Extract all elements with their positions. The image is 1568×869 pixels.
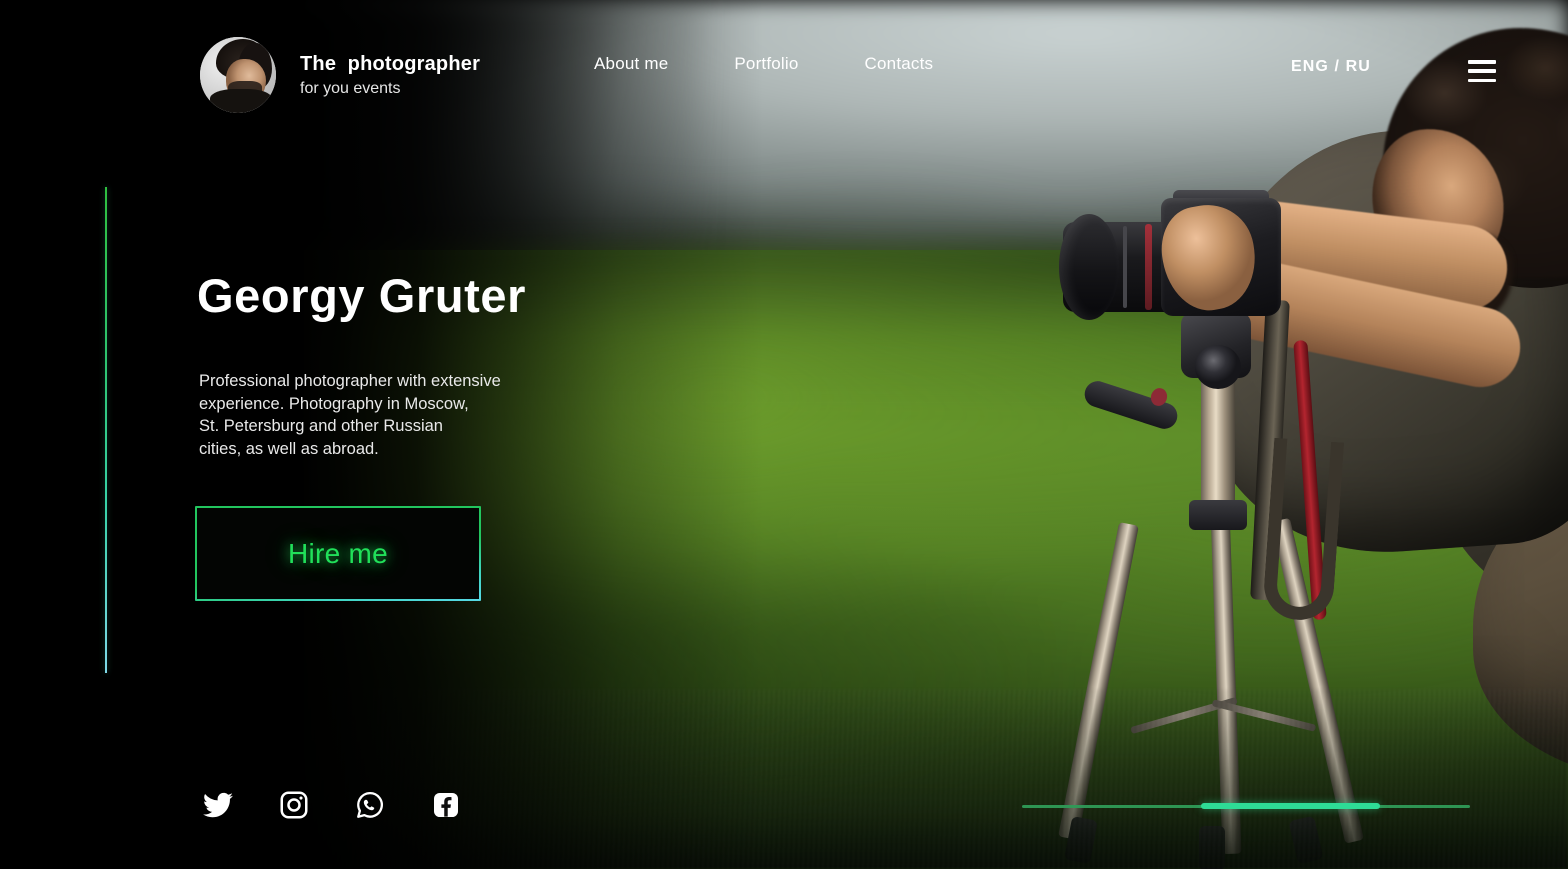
page-title: Georgy Gruter <box>197 269 527 322</box>
avatar <box>200 37 276 113</box>
page-root: The photographer for you events About me… <box>0 0 1568 869</box>
hire-me-label: Hire me <box>287 537 389 569</box>
carousel-slider[interactable] <box>1022 802 1470 812</box>
main-navigation: About me Portfolio Contacts <box>594 54 963 74</box>
tripod-column <box>1201 378 1235 518</box>
hamburger-bar-1 <box>1468 60 1496 64</box>
language-switcher[interactable]: ENG / RU <box>1291 58 1371 76</box>
photo-grass-texture <box>283 689 1568 869</box>
tripod-collar <box>1189 500 1247 530</box>
brand-text: The photographer for you events <box>300 52 480 99</box>
nav-item-contacts[interactable]: Contacts <box>865 54 964 74</box>
brand-subtitle: for you events <box>300 79 401 97</box>
camera-lens-red-ring <box>1145 224 1152 310</box>
brand-title: The photographer <box>300 52 481 75</box>
social-links <box>203 790 461 820</box>
hamburger-bar-2 <box>1468 69 1496 73</box>
camera-lens-ring <box>1123 226 1127 308</box>
hero-description: Professional photographer with extensive… <box>199 372 501 458</box>
hire-me-inner: Hire me <box>197 508 479 599</box>
hamburger-bar-3 <box>1468 78 1496 82</box>
vertical-accent-line <box>105 187 107 673</box>
site-header: The photographer for you events About me… <box>0 0 1568 150</box>
nav-item-about-me[interactable]: About me <box>594 54 698 74</box>
twitter-icon[interactable] <box>203 790 233 820</box>
slider-active-segment[interactable] <box>1201 803 1381 809</box>
tripod-knob <box>1195 345 1241 389</box>
camera-strap-loop <box>1261 437 1345 623</box>
facebook-icon[interactable] <box>431 790 461 820</box>
camera-lens-hood <box>1059 214 1119 320</box>
whatsapp-icon[interactable] <box>355 790 385 820</box>
nav-item-portfolio[interactable]: Portfolio <box>734 54 828 74</box>
avatar-shoulders <box>210 89 272 113</box>
hire-me-button[interactable]: Hire me <box>195 506 481 601</box>
brand[interactable]: The photographer for you events <box>200 37 480 113</box>
hamburger-menu-icon[interactable] <box>1468 60 1496 82</box>
instagram-icon[interactable] <box>279 790 309 820</box>
